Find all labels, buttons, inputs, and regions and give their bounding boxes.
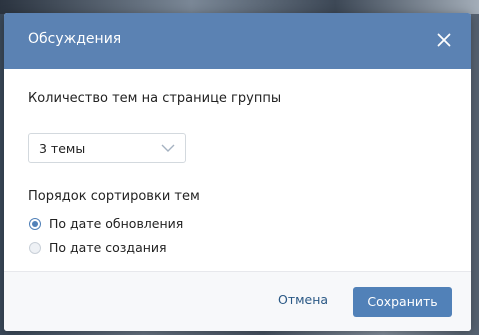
topics-count-selected-value: 3 темы <box>39 141 86 156</box>
dialog-title: Обсуждения <box>28 31 122 47</box>
sort-by-update-label: По дате обновления <box>49 216 184 231</box>
sort-by-creation-label: По дате создания <box>49 240 167 255</box>
radio-checked-icon <box>29 218 41 230</box>
chevron-down-icon <box>161 144 175 152</box>
dialog-footer: Отмена Сохранить <box>4 271 471 331</box>
cancel-button[interactable]: Отмена <box>278 292 328 307</box>
discussions-dialog: Обсуждения Количество тем на странице гр… <box>4 13 471 331</box>
dialog-header: Обсуждения <box>4 13 471 69</box>
radio-unchecked-icon <box>29 242 41 254</box>
save-button[interactable]: Сохранить <box>353 287 452 317</box>
backdrop-strip <box>0 0 479 14</box>
close-icon <box>437 33 451 47</box>
close-button[interactable] <box>431 27 457 53</box>
sort-order-label: Порядок сортировки тем <box>28 189 200 204</box>
topics-count-select[interactable]: 3 темы <box>28 133 186 163</box>
topics-count-label: Количество тем на странице группы <box>28 91 282 106</box>
